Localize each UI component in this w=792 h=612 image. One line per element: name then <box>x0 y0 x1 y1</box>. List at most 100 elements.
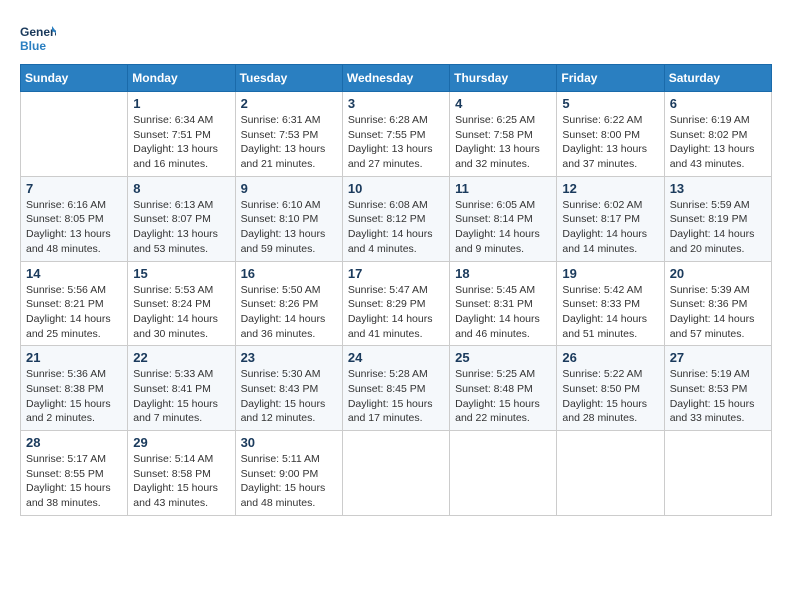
calendar-week-row: 21 Sunrise: 5:36 AMSunset: 8:38 PMDayligh… <box>21 346 772 431</box>
day-number: 13 <box>670 181 766 196</box>
calendar-week-row: 14 Sunrise: 5:56 AMSunset: 8:21 PMDayligh… <box>21 261 772 346</box>
day-info: Sunrise: 5:59 AMSunset: 8:19 PMDaylight:… <box>670 198 766 257</box>
day-info: Sunrise: 6:10 AMSunset: 8:10 PMDaylight:… <box>241 198 337 257</box>
calendar-cell: 21 Sunrise: 5:36 AMSunset: 8:38 PMDayligh… <box>21 346 128 431</box>
day-info: Sunrise: 5:50 AMSunset: 8:26 PMDaylight:… <box>241 283 337 342</box>
day-number: 6 <box>670 96 766 111</box>
day-header-thursday: Thursday <box>450 65 557 92</box>
day-number: 4 <box>455 96 551 111</box>
day-header-tuesday: Tuesday <box>235 65 342 92</box>
day-header-sunday: Sunday <box>21 65 128 92</box>
day-number: 9 <box>241 181 337 196</box>
calendar-cell: 24Sunrise: 5:28 AMSunset: 8:45 PMDayligh… <box>342 346 449 431</box>
day-info: Sunrise: 5:53 AMSunset: 8:24 PMDaylight:… <box>133 283 229 342</box>
calendar-cell: 17Sunrise: 5:47 AMSunset: 8:29 PMDayligh… <box>342 261 449 346</box>
day-number: 8 <box>133 181 229 196</box>
svg-text:Blue: Blue <box>20 39 46 53</box>
calendar-cell: 26 Sunrise: 5:22 AMSunset: 8:50 PMDayligh… <box>557 346 664 431</box>
calendar-cell <box>664 431 771 516</box>
day-number: 14 <box>26 266 122 281</box>
day-number: 29 <box>133 435 229 450</box>
calendar-cell: 5 Sunrise: 6:22 AMSunset: 8:00 PMDaylight… <box>557 92 664 177</box>
calendar-cell: 4 Sunrise: 6:25 AMSunset: 7:58 PMDaylight… <box>450 92 557 177</box>
calendar-cell: 8 Sunrise: 6:13 AMSunset: 8:07 PMDaylight… <box>128 176 235 261</box>
calendar-cell: 6 Sunrise: 6:19 AMSunset: 8:02 PMDaylight… <box>664 92 771 177</box>
day-header-friday: Friday <box>557 65 664 92</box>
calendar-cell: 23Sunrise: 5:30 AMSunset: 8:43 PMDayligh… <box>235 346 342 431</box>
day-number: 16 <box>241 266 337 281</box>
calendar-cell: 30Sunrise: 5:11 AMSunset: 9:00 PMDayligh… <box>235 431 342 516</box>
calendar-cell: 27 Sunrise: 5:19 AMSunset: 8:53 PMDayligh… <box>664 346 771 431</box>
calendar-cell <box>342 431 449 516</box>
day-header-monday: Monday <box>128 65 235 92</box>
day-number: 12 <box>562 181 658 196</box>
calendar-cell <box>450 431 557 516</box>
calendar-cell: 2 Sunrise: 6:31 AMSunset: 7:53 PMDaylight… <box>235 92 342 177</box>
day-number: 21 <box>26 350 122 365</box>
day-number: 24 <box>348 350 444 365</box>
day-info: Sunrise: 5:14 AMSunset: 8:58 PMDaylight:… <box>133 452 229 511</box>
day-info: Sunrise: 5:33 AMSunset: 8:41 PMDaylight:… <box>133 367 229 426</box>
page-header: General Blue <box>20 20 772 56</box>
day-number: 22 <box>133 350 229 365</box>
day-info: Sunrise: 6:16 AMSunset: 8:05 PMDaylight:… <box>26 198 122 257</box>
calendar-table: SundayMondayTuesdayWednesdayThursdayFrid… <box>20 64 772 516</box>
day-number: 20 <box>670 266 766 281</box>
day-header-wednesday: Wednesday <box>342 65 449 92</box>
day-number: 25 <box>455 350 551 365</box>
day-number: 3 <box>348 96 444 111</box>
day-info: Sunrise: 6:25 AMSunset: 7:58 PMDaylight:… <box>455 113 551 172</box>
day-number: 27 <box>670 350 766 365</box>
calendar-cell: 28Sunrise: 5:17 AMSunset: 8:55 PMDayligh… <box>21 431 128 516</box>
day-number: 26 <box>562 350 658 365</box>
calendar-cell <box>557 431 664 516</box>
calendar-cell: 3 Sunrise: 6:28 AMSunset: 7:55 PMDaylight… <box>342 92 449 177</box>
day-number: 10 <box>348 181 444 196</box>
day-number: 18 <box>455 266 551 281</box>
day-info: Sunrise: 5:19 AMSunset: 8:53 PMDaylight:… <box>670 367 766 426</box>
day-header-saturday: Saturday <box>664 65 771 92</box>
calendar-cell: 16 Sunrise: 5:50 AMSunset: 8:26 PMDayligh… <box>235 261 342 346</box>
day-info: Sunrise: 6:05 AMSunset: 8:14 PMDaylight:… <box>455 198 551 257</box>
day-info: Sunrise: 6:28 AMSunset: 7:55 PMDaylight:… <box>348 113 444 172</box>
day-number: 19 <box>562 266 658 281</box>
day-info: Sunrise: 5:22 AMSunset: 8:50 PMDaylight:… <box>562 367 658 426</box>
calendar-cell: 12 Sunrise: 6:02 AMSunset: 8:17 PMDayligh… <box>557 176 664 261</box>
calendar-week-row: 28Sunrise: 5:17 AMSunset: 8:55 PMDayligh… <box>21 431 772 516</box>
day-info: Sunrise: 5:45 AMSunset: 8:31 PMDaylight:… <box>455 283 551 342</box>
day-info: Sunrise: 6:19 AMSunset: 8:02 PMDaylight:… <box>670 113 766 172</box>
day-number: 17 <box>348 266 444 281</box>
day-number: 1 <box>133 96 229 111</box>
day-info: Sunrise: 5:36 AMSunset: 8:38 PMDaylight:… <box>26 367 122 426</box>
calendar-week-row: 7 Sunrise: 6:16 AMSunset: 8:05 PMDaylight… <box>21 176 772 261</box>
calendar-cell: 25 Sunrise: 5:25 AMSunset: 8:48 PMDayligh… <box>450 346 557 431</box>
day-number: 5 <box>562 96 658 111</box>
calendar-cell: 10Sunrise: 6:08 AMSunset: 8:12 PMDayligh… <box>342 176 449 261</box>
logo-bird-icon: General Blue <box>20 20 56 56</box>
day-info: Sunrise: 6:22 AMSunset: 8:00 PMDaylight:… <box>562 113 658 172</box>
calendar-cell: 22 Sunrise: 5:33 AMSunset: 8:41 PMDayligh… <box>128 346 235 431</box>
day-info: Sunrise: 5:11 AMSunset: 9:00 PMDaylight:… <box>241 452 337 511</box>
day-info: Sunrise: 5:56 AMSunset: 8:21 PMDaylight:… <box>26 283 122 342</box>
logo: General Blue <box>20 20 56 56</box>
calendar-header-row: SundayMondayTuesdayWednesdayThursdayFrid… <box>21 65 772 92</box>
calendar-cell: 20 Sunrise: 5:39 AMSunset: 8:36 PMDayligh… <box>664 261 771 346</box>
day-number: 2 <box>241 96 337 111</box>
calendar-cell: 1 Sunrise: 6:34 AMSunset: 7:51 PMDaylight… <box>128 92 235 177</box>
day-info: Sunrise: 5:39 AMSunset: 8:36 PMDaylight:… <box>670 283 766 342</box>
day-info: Sunrise: 6:02 AMSunset: 8:17 PMDaylight:… <box>562 198 658 257</box>
day-info: Sunrise: 6:13 AMSunset: 8:07 PMDaylight:… <box>133 198 229 257</box>
day-info: Sunrise: 6:34 AMSunset: 7:51 PMDaylight:… <box>133 113 229 172</box>
day-info: Sunrise: 5:30 AMSunset: 8:43 PMDaylight:… <box>241 367 337 426</box>
day-number: 28 <box>26 435 122 450</box>
calendar-cell: 14 Sunrise: 5:56 AMSunset: 8:21 PMDayligh… <box>21 261 128 346</box>
calendar-cell: 15 Sunrise: 5:53 AMSunset: 8:24 PMDayligh… <box>128 261 235 346</box>
calendar-cell: 11Sunrise: 6:05 AMSunset: 8:14 PMDayligh… <box>450 176 557 261</box>
day-info: Sunrise: 6:31 AMSunset: 7:53 PMDaylight:… <box>241 113 337 172</box>
calendar-cell: 9 Sunrise: 6:10 AMSunset: 8:10 PMDaylight… <box>235 176 342 261</box>
day-number: 7 <box>26 181 122 196</box>
day-number: 15 <box>133 266 229 281</box>
day-info: Sunrise: 5:25 AMSunset: 8:48 PMDaylight:… <box>455 367 551 426</box>
calendar-cell: 29 Sunrise: 5:14 AMSunset: 8:58 PMDayligh… <box>128 431 235 516</box>
calendar-cell: 7 Sunrise: 6:16 AMSunset: 8:05 PMDaylight… <box>21 176 128 261</box>
